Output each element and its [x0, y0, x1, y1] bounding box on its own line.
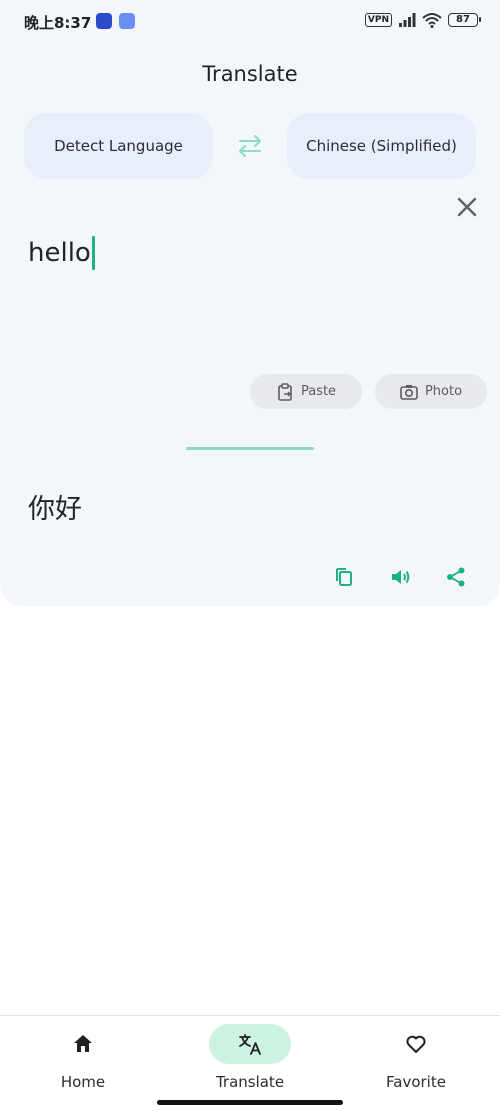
status-bar: 晚上8:37 VPN 87 — [0, 0, 500, 44]
swap-arrows-icon[interactable] — [234, 133, 266, 159]
nav-item-favorite[interactable]: Favorite — [333, 1016, 499, 1111]
clipboard-icon — [278, 382, 292, 401]
speaker-icon[interactable] — [389, 566, 411, 588]
gesture-bar[interactable] — [157, 1100, 343, 1105]
target-language-button[interactable]: Chinese (Simplified) — [287, 113, 476, 179]
nav-item-home[interactable]: Home — [0, 1016, 166, 1111]
translate-icon — [239, 1034, 261, 1055]
source-text-input[interactable]: hello — [28, 236, 95, 270]
target-language-label: Chinese (Simplified) — [306, 137, 457, 155]
battery-icon: 87 — [448, 13, 481, 27]
paste-label: Paste — [300, 384, 337, 399]
vpn-badge: VPN — [364, 13, 392, 27]
bottom-navigation: Home Translate Favorite — [0, 1015, 500, 1111]
section-divider — [186, 447, 314, 450]
home-icon — [74, 1035, 92, 1052]
photo-label: Photo — [424, 384, 463, 399]
camera-icon — [400, 384, 418, 400]
source-text-value: hello — [28, 238, 91, 268]
app-notification-icon — [119, 13, 135, 29]
copy-icon[interactable] — [333, 566, 355, 588]
nav-label-translate: Translate — [215, 1073, 285, 1091]
status-time: 晚上8:37 — [24, 14, 92, 32]
source-language-button[interactable]: Detect Language — [24, 113, 213, 179]
paste-button[interactable]: Paste — [250, 374, 362, 409]
page-title: Translate — [202, 62, 298, 86]
source-language-label: Detect Language — [54, 137, 183, 155]
wifi-icon — [422, 13, 442, 28]
text-caret — [91, 236, 95, 270]
heart-icon — [406, 1035, 426, 1053]
photo-button[interactable]: Photo — [375, 374, 487, 409]
nav-item-translate[interactable]: Translate — [167, 1016, 333, 1111]
nav-label-favorite: Favorite — [386, 1073, 446, 1091]
nav-label-home: Home — [60, 1073, 106, 1091]
signal-icon — [399, 13, 416, 27]
translation-output: 你好 — [28, 494, 82, 525]
share-icon[interactable] — [445, 566, 467, 588]
close-icon[interactable] — [455, 195, 479, 219]
app-notification-icon — [96, 13, 112, 29]
